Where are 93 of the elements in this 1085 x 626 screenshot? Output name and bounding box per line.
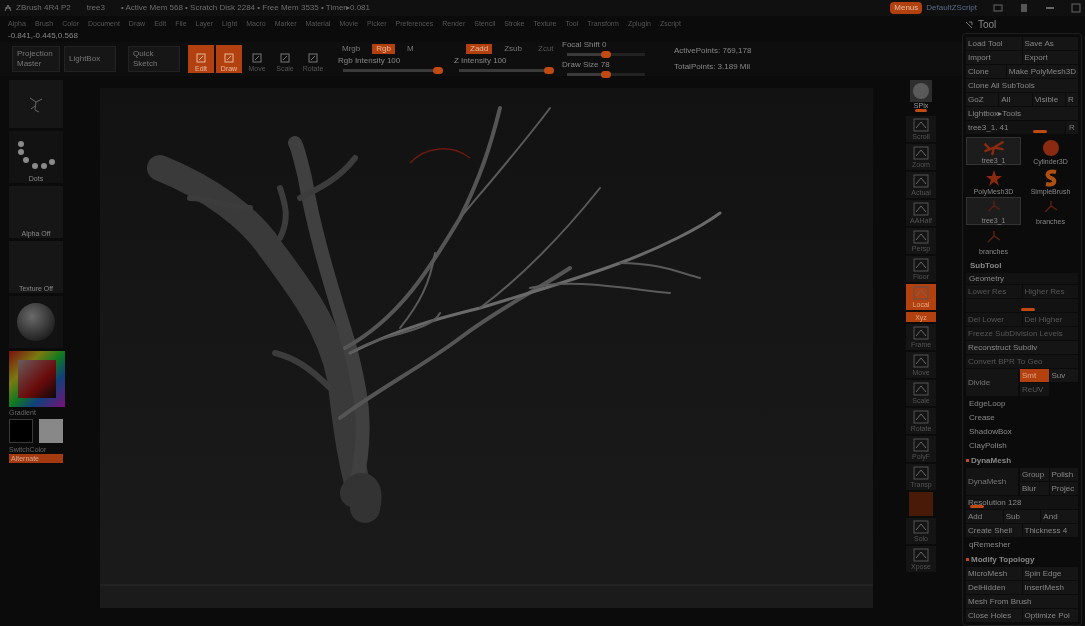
slider-thumb[interactable] xyxy=(1033,130,1048,133)
section-header[interactable]: Modify Topology xyxy=(971,555,1035,564)
palette-button[interactable]: Mesh From Brush xyxy=(966,595,1078,608)
palette-button[interactable]: EdgeLoop xyxy=(966,397,1078,410)
palette-button[interactable]: Add xyxy=(966,510,1003,523)
stat-readout: TotalPoints: 3.189 Mil xyxy=(674,63,752,71)
sphere-icon xyxy=(16,302,56,342)
palette-button[interactable]: R xyxy=(1066,93,1078,106)
tool-icon xyxy=(196,53,206,63)
primary-color-swatch[interactable] xyxy=(9,419,33,443)
mode-toggle[interactable]: Rgb xyxy=(372,44,395,54)
palette-button[interactable]: R xyxy=(1066,121,1078,134)
palette-button[interactable]: DelHidden xyxy=(966,581,1022,594)
palette-button[interactable]: Suv xyxy=(1049,369,1078,382)
palette-button[interactable]: Reconstruct Subdiv xyxy=(966,341,1078,354)
status-text: • Active Mem 568 • Scratch Disk 2284 • Free Mem 3535 • Timer▸0.081 xyxy=(120,4,371,12)
palette-button[interactable]: Save As xyxy=(1022,37,1078,50)
palette-button[interactable]: Spin Edge xyxy=(1022,567,1078,580)
mode-toggle[interactable]: Zsub xyxy=(500,44,527,54)
palette-button[interactable]: Lightbox▸Tools xyxy=(966,107,1078,120)
tool-icon xyxy=(252,53,262,63)
brush-thumbnail[interactable] xyxy=(9,80,63,128)
mode-toggle[interactable]: Mrgb xyxy=(338,44,365,54)
tool-icon xyxy=(280,53,290,63)
block-icon[interactable] xyxy=(1019,3,1029,13)
slider-thumb[interactable] xyxy=(601,50,611,58)
palette-button[interactable]: Optimize Poi xyxy=(1022,609,1078,622)
quick-sketch-button[interactable]: Quick Sketch xyxy=(128,46,180,72)
mode-toggle[interactable]: M xyxy=(402,44,418,54)
palette-button[interactable]: Visible xyxy=(1032,93,1065,106)
menus-button[interactable]: Menus xyxy=(890,2,923,14)
toolbar-button[interactable]: Projection Master xyxy=(12,46,60,72)
palette-button[interactable]: Divide xyxy=(966,369,1018,396)
slider-thumb[interactable] xyxy=(1020,308,1035,311)
stat-readout: ActivePoints: 769,178 xyxy=(674,47,752,55)
palette-button[interactable]: Make PolyMesh3D xyxy=(1006,65,1078,78)
palette-button[interactable]: DynaMesh xyxy=(966,468,1018,495)
palette-title: Tool xyxy=(978,19,997,30)
palette-button[interactable]: Clone xyxy=(966,65,1006,78)
coordinates-readout: -0.841,-0.445,0.568 xyxy=(8,32,78,40)
palette-button[interactable]: Polish xyxy=(1049,468,1078,481)
palette-button[interactable]: Create Shell xyxy=(966,524,1022,537)
window-icon[interactable] xyxy=(1071,3,1081,13)
palette-button[interactable]: GoZ xyxy=(966,93,999,106)
slider-label: Draw Size 78 xyxy=(562,60,611,69)
palette-button[interactable]: And xyxy=(1041,510,1078,523)
app-title: ZBrush 4R4 P2 xyxy=(16,4,71,12)
app-logo-icon xyxy=(4,4,12,12)
palette-button[interactable]: All xyxy=(999,93,1032,106)
palette-button[interactable]: Clone All SubTools xyxy=(966,79,1078,92)
script-name: DefaultZScript xyxy=(926,4,977,12)
palette-button[interactable]: ClayPolish xyxy=(966,439,1078,452)
frame-icon[interactable] xyxy=(993,3,1003,13)
section-header[interactable]: SubTool xyxy=(966,261,1002,270)
palette-button[interactable]: Close Holes xyxy=(966,609,1022,622)
document-name: tree3 xyxy=(86,4,105,12)
toggle-button[interactable] xyxy=(909,492,933,516)
palette-button[interactable]: Group xyxy=(1020,468,1049,481)
slider-thumb[interactable] xyxy=(433,67,443,74)
slider-label: Z Intensity 100 xyxy=(454,57,508,65)
palette-slider[interactable]: tree3_1. 41 xyxy=(966,121,1065,134)
slider-thumb[interactable] xyxy=(544,67,554,74)
toolbar-button[interactable]: LightBox xyxy=(64,46,116,72)
palette-button[interactable]: Thickness 4 xyxy=(1022,524,1078,537)
palette-slider[interactable] xyxy=(966,299,1078,312)
slider-label: Focal Shift 0 xyxy=(562,40,608,49)
color-picker[interactable] xyxy=(9,351,65,407)
tool-icon xyxy=(224,53,234,63)
palette-button[interactable]: InsertMesh xyxy=(1022,581,1078,594)
material-thumbnail[interactable] xyxy=(9,296,63,348)
palette-button[interactable]: Projec xyxy=(1049,482,1078,495)
tool-icon xyxy=(308,53,318,63)
palette-button[interactable]: Sub xyxy=(1003,510,1041,523)
palette-button[interactable]: Smt xyxy=(1020,369,1049,382)
palette-button[interactable]: MicroMesh xyxy=(966,567,1022,580)
brush-cursor-arc xyxy=(409,148,471,164)
palette-button[interactable]: Export xyxy=(1022,51,1078,64)
palette-button[interactable]: Load Tool xyxy=(966,37,1022,50)
palette-button[interactable]: Import xyxy=(966,51,1022,64)
secondary-color-swatch[interactable] xyxy=(39,419,63,443)
palette-button[interactable]: Crease xyxy=(966,411,1078,424)
palette-button[interactable]: ShadowBox xyxy=(966,425,1078,438)
slider-thumb[interactable] xyxy=(601,70,611,78)
slider-thumb[interactable] xyxy=(970,505,985,508)
palette-button[interactable]: Blur xyxy=(1020,482,1049,495)
slider-label: Rgb Intensity 100 xyxy=(338,57,402,65)
sphere-icon xyxy=(910,80,932,102)
palette-slider[interactable]: Resolution 128 xyxy=(966,496,1078,509)
mode-toggle[interactable]: Zadd xyxy=(466,44,493,54)
section-header[interactable]: DynaMesh xyxy=(971,456,1011,465)
slider-thumb[interactable] xyxy=(915,109,927,112)
section-header[interactable]: Geometry xyxy=(966,273,1078,284)
palette-button[interactable]: qRemesher xyxy=(966,538,1078,551)
